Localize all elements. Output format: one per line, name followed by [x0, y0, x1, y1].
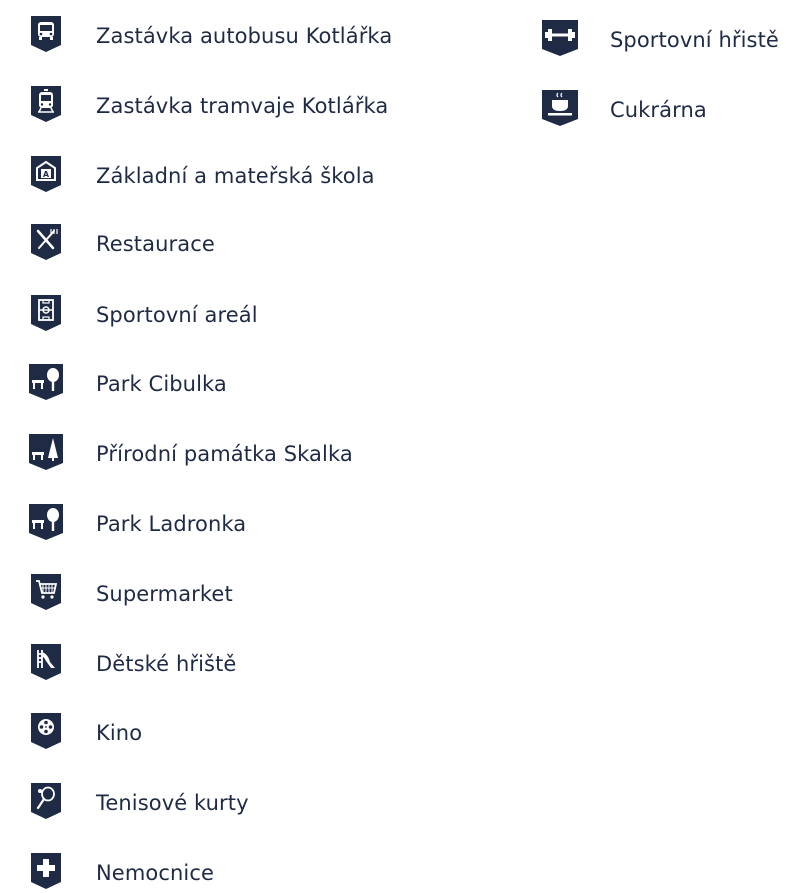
legend-label: Přírodní památka Skalka	[96, 442, 353, 466]
school-icon: A	[26, 156, 66, 196]
legend-label: Dětské hřiště	[96, 652, 237, 676]
legend-label: Kino	[96, 721, 143, 745]
legend-item-cinema: Kino	[26, 713, 142, 753]
legend-item-playground: Dětské hřiště	[26, 644, 236, 684]
legend-item-restaurant: Restaurace	[26, 224, 215, 264]
shopping-cart-icon	[26, 574, 66, 614]
legend-label: Supermarket	[96, 582, 233, 606]
legend-item-sports-area: Sportovní areál	[26, 295, 258, 335]
legend-label: Park Ladronka	[96, 512, 247, 536]
legend-label: Sportovní areál	[96, 303, 258, 327]
hospital-cross-icon	[26, 853, 66, 893]
bus-icon	[26, 16, 66, 56]
legend-label: Restaurace	[96, 232, 215, 256]
legend-label: Zastávka tramvaje Kotlářka	[96, 94, 389, 118]
legend-item-nature-monument: Přírodní památka Skalka	[26, 434, 353, 474]
legend-label: Sportovní hřistě	[610, 28, 779, 52]
playground-slide-icon	[26, 644, 66, 684]
sports-field-icon	[26, 295, 66, 335]
legend-item-hospital: Nemocnice	[26, 853, 214, 893]
legend-item-tram-stop: Zastávka tramvaje Kotlářka	[26, 86, 388, 126]
legend-item-bus-stop: Zastávka autobusu Kotlářka	[26, 16, 392, 56]
legend-item-sports-ground: Sportovní hřistě	[540, 20, 779, 60]
legend-item-tennis: Tenisové kurty	[26, 783, 249, 823]
park-icon	[26, 364, 66, 404]
nature-monument-icon	[26, 434, 66, 474]
legend-label: Park Cibulka	[96, 372, 227, 396]
park-icon	[26, 504, 66, 544]
legend-label: Cukrárna	[610, 98, 707, 122]
legend-item-supermarket: Supermarket	[26, 574, 233, 614]
legend-label: Zastávka autobusu Kotlářka	[96, 24, 393, 48]
legend-item-park-ladronka: Park Ladronka	[26, 504, 246, 544]
tram-icon	[26, 86, 66, 126]
legend-label: Základní a mateřská škola	[96, 164, 375, 188]
restaurant-icon	[26, 224, 66, 264]
legend-item-school: A Základní a mateřská škola	[26, 156, 375, 196]
legend-label: Tenisové kurty	[96, 791, 249, 815]
legend-item-pastry-shop: Cukrárna	[540, 90, 707, 130]
dumbbell-icon	[540, 20, 580, 60]
coffee-cup-icon	[540, 90, 580, 130]
legend-item-park-cibulka: Park Cibulka	[26, 364, 227, 404]
svg-text:A: A	[43, 170, 50, 179]
legend-label: Nemocnice	[96, 861, 214, 885]
film-reel-icon	[26, 713, 66, 753]
tennis-racket-icon	[26, 783, 66, 823]
